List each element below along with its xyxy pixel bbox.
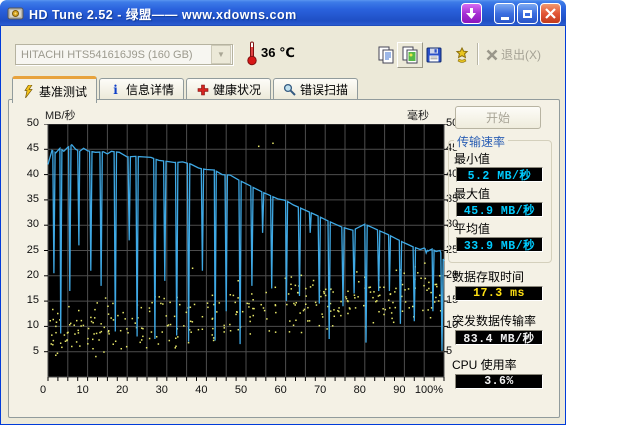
tab-info-label: 信息详情	[126, 83, 175, 97]
cpu-usage-lcd: 3.6%	[455, 374, 543, 389]
window-title: HD Tune 2.52 - 绿盟—— www.xdowns.com	[29, 7, 297, 22]
y-left-tick: 45	[26, 142, 39, 155]
y-left-tick: 5	[32, 344, 39, 357]
burst-rate-label: 突发数据传输率	[452, 314, 537, 328]
maximize-button[interactable]	[517, 3, 538, 24]
chevron-down-icon[interactable]: ▼	[211, 45, 231, 64]
drive-selector[interactable]: HITACHI HTS541616J9S (160 GB) ▼	[15, 44, 233, 65]
tab-info[interactable]: i 信息详情	[99, 78, 185, 100]
benchmark-panel: MB/秒 毫秒 50 50 45 45 40 40 35 35 30 30 25 25 20 20 15 15…	[8, 99, 560, 418]
thermometer-icon	[247, 41, 257, 66]
x-tick: 40	[195, 384, 208, 396]
y-left-tick: 30	[26, 218, 39, 231]
transfer-rate-group-title: 传输速率	[454, 133, 509, 150]
tab-health-label: 健康状况	[213, 83, 262, 97]
x-tick: 70	[314, 384, 327, 396]
plot-area	[44, 124, 448, 381]
window-body: HITACHI HTS541616J9S (160 GB) ▼ 36 ℃ 退出(…	[3, 26, 563, 422]
app-icon	[7, 7, 24, 20]
x-tick: 100%	[414, 384, 443, 396]
save-image-button[interactable]	[421, 42, 447, 68]
magnifier-icon	[283, 83, 296, 96]
close-icon	[545, 8, 556, 19]
options-button[interactable]	[449, 42, 475, 68]
x-tick: 20	[116, 384, 129, 396]
start-button[interactable]: 开始	[455, 106, 541, 129]
x-tick: 50	[234, 384, 248, 396]
access-time-label: 数据存取时间	[452, 270, 525, 284]
minimize-icon	[500, 17, 509, 20]
tab-benchmark-label: 基准测试	[39, 84, 88, 99]
tab-health[interactable]: 健康状况	[186, 78, 272, 100]
transfer-rate-group: 传输速率 最小值 5.2 MB/秒 最大值 45.9 MB/秒 平均值 33.9…	[448, 133, 552, 263]
x-tick: 80	[353, 384, 366, 396]
results-panel: 开始 传输速率 最小值 5.2 MB/秒 最大值 45.9 MB/秒 平均值 3…	[445, 100, 557, 417]
x-tick: 60	[274, 384, 287, 396]
copy-text-button[interactable]	[373, 42, 399, 68]
access-time-lcd: 17.3 ms	[455, 286, 543, 301]
min-label: 最小值	[454, 152, 491, 166]
drive-selector-value: HITACHI HTS541616J9S (160 GB)	[21, 48, 193, 61]
info-icon: i	[113, 82, 118, 97]
y-left-tick: 50	[26, 117, 39, 129]
avg-value-lcd: 33.9 MB/秒	[456, 237, 543, 253]
download-button[interactable]	[461, 3, 482, 24]
max-label: 最大值	[454, 187, 491, 201]
x-tick: 10	[76, 384, 89, 396]
maximize-icon	[523, 9, 532, 18]
tab-benchmark[interactable]: 基准测试	[12, 76, 98, 103]
cpu-usage-label: CPU 使用率	[452, 358, 517, 372]
y-right-axis-label: 毫秒	[407, 110, 429, 122]
copy-text-icon	[378, 46, 394, 64]
y-left-tick: 35	[26, 192, 39, 205]
min-value-lcd: 5.2 MB/秒	[456, 167, 543, 183]
tab-bar: 基准测试 i 信息详情 健康状况 错误扫描	[12, 76, 359, 103]
red-cross-icon	[196, 83, 209, 96]
exit-x-icon	[486, 49, 498, 60]
temperature-value: 36 ℃	[261, 45, 295, 60]
y-left-tick: 40	[26, 167, 39, 180]
y-left-tick: 25	[26, 243, 39, 256]
minimize-button[interactable]	[494, 3, 515, 24]
y-left-tick: 10	[26, 319, 39, 332]
exit-label: 退出(X)	[501, 48, 541, 62]
lightning-icon	[22, 84, 35, 98]
avg-label: 平均值	[454, 222, 491, 236]
max-value-lcd: 45.9 MB/秒	[456, 202, 543, 218]
tab-error-scan-label: 错误扫描	[300, 83, 349, 97]
close-button[interactable]	[540, 3, 561, 24]
tab-error-scan[interactable]: 错误扫描	[273, 78, 359, 100]
x-tick: 0	[39, 384, 47, 396]
save-icon	[426, 47, 442, 63]
copy-image-button[interactable]	[397, 42, 423, 68]
x-tick: 30	[155, 384, 168, 396]
benchmark-chart: MB/秒 毫秒 50 50 45 45 40 40 35 35 30 30 25 25 20 20 15 15…	[9, 100, 459, 417]
exit-button[interactable]: 退出(X)	[486, 43, 541, 66]
y-left-tick: 20	[26, 268, 39, 281]
titlebar[interactable]: HD Tune 2.52 - 绿盟—— www.xdowns.com	[0, 0, 566, 26]
toolbar-separator	[477, 43, 478, 65]
hdtune-window: HD Tune 2.52 - 绿盟—— www.xdowns.com HITAC…	[0, 0, 566, 425]
burst-rate-lcd: 83.4 MB/秒	[455, 330, 543, 346]
copy-image-icon	[402, 46, 418, 64]
y-left-tick: 15	[26, 294, 39, 307]
desktop: HD Tune 2.52 - 绿盟—— www.xdowns.com HITAC…	[0, 0, 640, 431]
download-arrow-icon	[466, 8, 476, 19]
options-icon	[455, 46, 469, 63]
y-left-axis-label: MB/秒	[45, 110, 76, 122]
